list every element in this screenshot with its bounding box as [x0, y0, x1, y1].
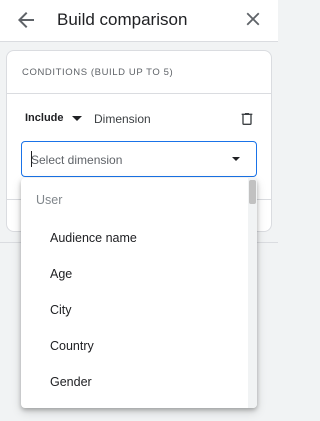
arrow-back-icon [18, 12, 34, 28]
close-button[interactable] [242, 8, 264, 30]
panel-header: Build comparison [0, 0, 278, 42]
include-label: Include [25, 112, 64, 124]
option-audience-name[interactable]: Audience name [21, 221, 247, 257]
option-country[interactable]: Country [21, 329, 247, 365]
option-age[interactable]: Age [21, 257, 247, 293]
dropdown-scrollbar[interactable] [248, 178, 257, 408]
scrollbar-thumb[interactable] [249, 180, 256, 204]
option-label: Audience name [50, 231, 137, 245]
select-dimension-input[interactable]: Select dimension [21, 141, 257, 177]
dropdown-arrow-icon[interactable] [232, 157, 240, 161]
build-comparison-panel: Build comparison CONDITIONS (BUILD UP TO… [0, 0, 278, 421]
trash-icon [241, 113, 253, 125]
back-button[interactable] [14, 8, 38, 32]
dimension-dropdown-menu: User Audience name Age City Country Gend… [21, 178, 257, 408]
option-city[interactable]: City [21, 293, 247, 329]
caret-down-icon [71, 116, 82, 121]
option-label: Country [50, 339, 94, 353]
conditions-title: CONDITIONS (BUILD UP TO 5) [22, 67, 174, 78]
option-gender[interactable]: Gender [21, 365, 247, 401]
option-label: Gender [50, 375, 92, 389]
option-label: Age [50, 267, 73, 281]
delete-condition-button[interactable] [239, 111, 255, 127]
select-dimension-placeholder: Select dimension [31, 153, 123, 167]
option-label: City [50, 303, 72, 317]
include-dropdown[interactable]: Include [25, 112, 82, 124]
dimension-label: Dimension [94, 112, 151, 126]
text-cursor [31, 151, 32, 167]
card-divider [7, 93, 271, 94]
close-icon [246, 12, 260, 26]
panel-title: Build comparison [57, 10, 188, 29]
option-group-label: User [36, 193, 63, 207]
